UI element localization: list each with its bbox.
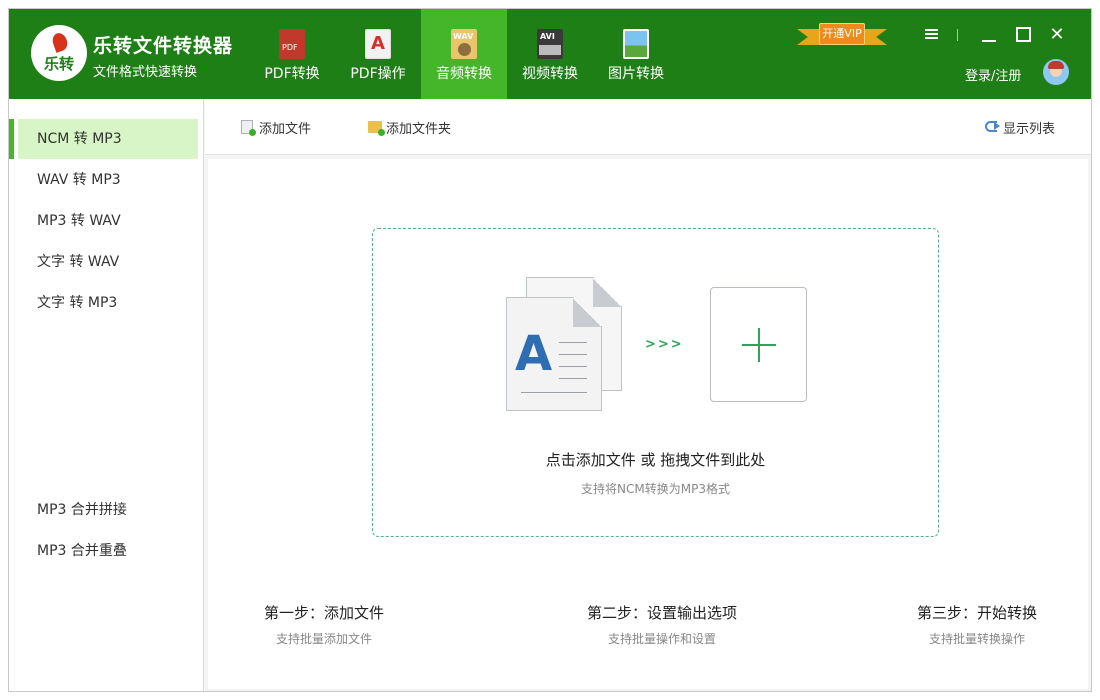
doc-letter: A: [515, 326, 553, 382]
step-title: 第一步：添加文件: [263, 604, 384, 622]
nav-label: PDF操作: [350, 66, 406, 82]
step-three: 第三步：开始转换 支持批量转换操作: [877, 602, 1077, 647]
sidebar: NCM 转 MP3 WAV 转 MP3 MP3 转 WAV 文字 转 WAV 文…: [9, 99, 204, 691]
step-subtitle: 支持批量添加文件: [275, 632, 372, 646]
doc-line: [521, 392, 587, 393]
sidebar-item-ncm-to-mp3[interactable]: NCM 转 MP3: [18, 119, 198, 159]
drop-zone-subtitle: 支持将NCM转换为MP3格式: [581, 482, 730, 496]
sidebar-item-mp3-to-wav[interactable]: MP3 转 WAV: [18, 201, 198, 241]
avatar[interactable]: [1043, 59, 1069, 85]
app-subtitle: 文件格式快速转换: [93, 65, 198, 80]
doc-line: [559, 354, 587, 355]
show-list-button[interactable]: 显示列表: [985, 117, 1055, 137]
pdf-file-icon: PDF: [279, 29, 305, 59]
logo-text: 乐转: [43, 55, 74, 73]
nav-item-pdf-ops[interactable]: A PDF操作: [335, 9, 421, 99]
sidebar-item-mp3-merge-overlay[interactable]: MP3 合并重叠: [18, 531, 198, 571]
add-folder-label: 添加文件夹: [386, 121, 452, 137]
control-separator: [957, 29, 958, 41]
add-file-icon: [241, 120, 256, 136]
hamburger-menu-icon: [925, 29, 938, 31]
add-file-button[interactable]: 添加文件: [241, 117, 311, 137]
file-drop-zone[interactable]: A >>> 点击添加文件 或 拖拽文件到此处 支持将NCM转换为MP3格式: [372, 228, 939, 537]
arrows-icon: >>>: [645, 337, 684, 352]
step-subtitle: 支持批量转换操作: [928, 632, 1025, 646]
sidebar-item-mp3-merge-join[interactable]: MP3 合并拼接: [18, 490, 198, 530]
login-register-link[interactable]: 登录/注册: [965, 65, 1021, 84]
maximize-button[interactable]: [1011, 23, 1035, 47]
step-title: 第三步：开始转换: [916, 604, 1037, 622]
drop-zone-title: 点击添加文件 或 拖拽文件到此处: [545, 451, 766, 469]
nav-item-audio-convert[interactable]: WAV 音频转换: [421, 9, 507, 99]
close-icon: ✕: [1049, 24, 1065, 45]
minimize-button[interactable]: [977, 23, 1001, 47]
vip-button[interactable]: 开通VIP: [797, 23, 887, 49]
menu-button[interactable]: [919, 23, 943, 47]
top-nav: PDF PDF转换 A PDF操作 WAV 音频转换 AVI 视频转换 图片转换: [249, 9, 679, 99]
doc-line: [559, 378, 587, 379]
vip-label: 开通VIP: [819, 23, 865, 45]
chili-icon: [50, 31, 70, 53]
add-folder-icon: [368, 120, 385, 136]
active-marker: [9, 119, 14, 159]
step-subtitle: 支持批量操作和设置: [607, 632, 716, 646]
app-window: 乐转 乐转文件转换器 文件格式快速转换 PDF PDF转换 A PDF操作 WA…: [8, 8, 1092, 692]
app-name: 乐转文件转换器: [93, 35, 234, 57]
add-file-card[interactable]: [710, 287, 807, 402]
maximize-icon: [1016, 27, 1031, 42]
avatar-hair: [1048, 61, 1064, 69]
doc-line: [559, 342, 587, 343]
document-icon: A: [506, 297, 602, 411]
add-folder-button[interactable]: 添加文件夹: [368, 117, 451, 137]
header-bar: 乐转 乐转文件转换器 文件格式快速转换 PDF PDF转换 A PDF操作 WA…: [9, 9, 1091, 99]
doc-fold: [592, 278, 621, 308]
nav-item-pdf-convert[interactable]: PDF PDF转换: [249, 9, 335, 99]
plus-v: [758, 328, 760, 362]
nav-item-image-convert[interactable]: 图片转换: [593, 9, 679, 99]
doc-line: [559, 366, 587, 367]
sidebar-item-wav-to-mp3[interactable]: WAV 转 MP3: [18, 160, 198, 200]
step-title: 第二步：设置输出选项: [586, 604, 737, 622]
add-file-label: 添加文件: [259, 121, 312, 137]
main-panel: A >>> 点击添加文件 或 拖拽文件到此处 支持将NCM转换为MP3格式 第一…: [208, 159, 1088, 689]
app-logo: 乐转: [31, 25, 87, 81]
nav-label: 图片转换: [608, 66, 664, 82]
video-avi-icon: AVI: [537, 29, 563, 59]
show-list-label: 显示列表: [1003, 121, 1056, 137]
sidebar-item-text-to-mp3[interactable]: 文字 转 MP3: [18, 283, 198, 323]
pdf-acrobat-icon: A: [365, 29, 391, 59]
nav-label: 音频转换: [436, 66, 492, 82]
minimize-icon: [982, 40, 996, 42]
toolbar: 添加文件 添加文件夹 显示列表: [205, 99, 1091, 155]
step-two: 第二步：设置输出选项 支持批量操作和设置: [562, 602, 762, 647]
step-one: 第一步：添加文件 支持批量添加文件: [224, 602, 424, 647]
sidebar-item-text-to-wav[interactable]: 文字 转 WAV: [18, 242, 198, 282]
nav-item-video-convert[interactable]: AVI 视频转换: [507, 9, 593, 99]
switch-view-icon: [985, 120, 1000, 134]
audio-wav-icon: WAV: [451, 29, 477, 59]
nav-label: 视频转换: [522, 66, 578, 82]
nav-label: PDF转换: [264, 66, 320, 82]
close-button[interactable]: ✕: [1045, 23, 1069, 47]
image-picture-icon: [623, 29, 649, 59]
